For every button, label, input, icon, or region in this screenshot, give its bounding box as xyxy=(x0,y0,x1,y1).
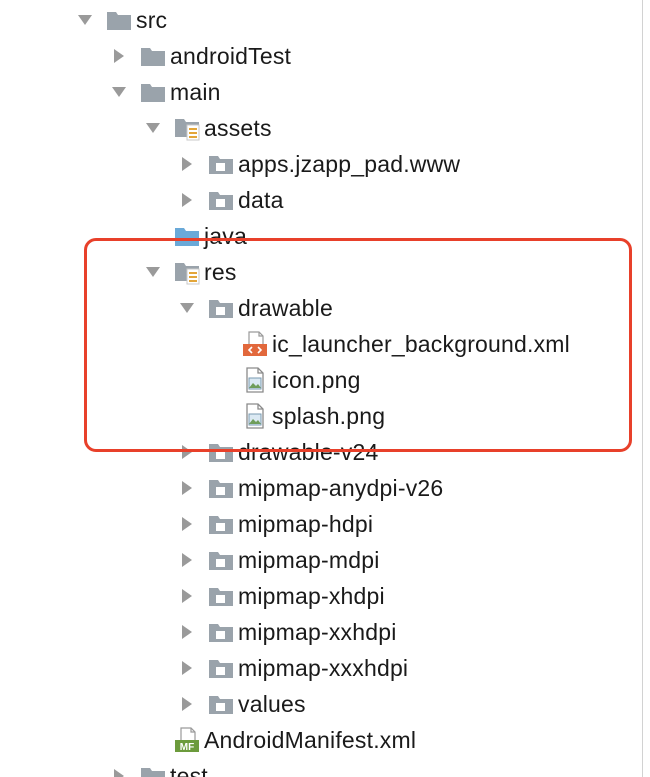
tree-row-mipmap-hdpi[interactable]: mipmap-hdpi xyxy=(0,506,650,542)
folder-icon xyxy=(136,758,170,777)
package-folder-icon xyxy=(204,434,238,470)
tree-row-label: res xyxy=(204,259,237,285)
tree-row-mipmap-xhdpi[interactable]: mipmap-xhdpi xyxy=(0,578,650,614)
expand-arrow-icon[interactable] xyxy=(102,38,136,74)
tree-row-data[interactable]: data xyxy=(0,182,650,218)
tree-row-values[interactable]: values xyxy=(0,686,650,722)
package-folder-icon xyxy=(204,578,238,614)
tree-row-label: mipmap-xxhdpi xyxy=(238,619,397,645)
tree-row-mipmap-mdpi[interactable]: mipmap-mdpi xyxy=(0,542,650,578)
expand-arrow-icon[interactable] xyxy=(102,758,136,777)
tree-row-label: AndroidManifest.xml xyxy=(204,727,417,753)
arrow-spacer xyxy=(136,722,170,758)
tree-row-label: icon.png xyxy=(272,367,361,393)
tree-row-label: apps.jzapp_pad.www xyxy=(238,151,461,177)
arrow-spacer xyxy=(204,398,238,434)
tree-row-label: src xyxy=(136,7,168,33)
manifest-file-icon: MF xyxy=(170,722,204,758)
project-tree: src androidTest main assets apps.jzapp_pad.w… xyxy=(0,0,650,777)
expand-arrow-icon[interactable] xyxy=(170,506,204,542)
expand-arrow-icon[interactable] xyxy=(170,542,204,578)
tree-row-label: mipmap-hdpi xyxy=(238,511,374,537)
tree-row-label: assets xyxy=(204,115,272,141)
expand-arrow-icon[interactable] xyxy=(170,614,204,650)
tree-row-label: splash.png xyxy=(272,403,386,429)
image-file-icon xyxy=(238,362,272,398)
package-folder-icon xyxy=(204,542,238,578)
arrow-spacer xyxy=(204,362,238,398)
expand-arrow-icon[interactable] xyxy=(170,434,204,470)
tree-row-androidtest[interactable]: androidTest xyxy=(0,38,650,74)
tree-row-label: mipmap-anydpi-v26 xyxy=(238,475,444,501)
tree-row-mipmap-xxxhdpi[interactable]: mipmap-xxxhdpi xyxy=(0,650,650,686)
package-folder-icon xyxy=(204,614,238,650)
tree-row-java[interactable]: java xyxy=(0,218,650,254)
collapse-arrow-icon[interactable] xyxy=(102,74,136,110)
tree-row-label: mipmap-xxxhdpi xyxy=(238,655,409,681)
tree-row-drawable-v24[interactable]: drawable-v24 xyxy=(0,434,650,470)
collapse-arrow-icon[interactable] xyxy=(68,2,102,38)
tree-row-label: java xyxy=(204,223,247,249)
tree-row-ic-launcher-background-xml[interactable]: ic_launcher_background.xml xyxy=(0,326,650,362)
package-folder-icon xyxy=(204,182,238,218)
expand-arrow-icon[interactable] xyxy=(170,650,204,686)
source-folder-icon xyxy=(170,218,204,254)
expand-arrow-icon[interactable] xyxy=(170,146,204,182)
tree-row-label: drawable-v24 xyxy=(238,439,379,465)
arrow-spacer xyxy=(136,218,170,254)
expand-arrow-icon[interactable] xyxy=(170,470,204,506)
tree-row-drawable[interactable]: drawable xyxy=(0,290,650,326)
package-folder-icon xyxy=(204,470,238,506)
svg-text:MF: MF xyxy=(180,742,194,753)
resource-folder-icon xyxy=(170,254,204,290)
package-folder-icon xyxy=(204,146,238,182)
tree-row-icon-png[interactable]: icon.png xyxy=(0,362,650,398)
arrow-spacer xyxy=(204,326,238,362)
tree-row-label: mipmap-xhdpi xyxy=(238,583,385,609)
collapse-arrow-icon[interactable] xyxy=(136,254,170,290)
folder-icon xyxy=(136,38,170,74)
tree-row-mipmap-xxhdpi[interactable]: mipmap-xxhdpi xyxy=(0,614,650,650)
collapse-arrow-icon[interactable] xyxy=(170,290,204,326)
package-folder-icon xyxy=(204,650,238,686)
tree-row-apps-jzapp-pad-www[interactable]: apps.jzapp_pad.www xyxy=(0,146,650,182)
tree-row-src[interactable]: src xyxy=(0,2,650,38)
resource-folder-icon xyxy=(170,110,204,146)
tree-row-label: mipmap-mdpi xyxy=(238,547,380,573)
folder-icon xyxy=(136,74,170,110)
tree-row-mipmap-anydpi-v26[interactable]: mipmap-anydpi-v26 xyxy=(0,470,650,506)
expand-arrow-icon[interactable] xyxy=(170,686,204,722)
folder-icon xyxy=(102,2,136,38)
tree-row-label: test xyxy=(170,763,208,777)
tree-row-res[interactable]: res xyxy=(0,254,650,290)
tree-row-label: data xyxy=(238,187,284,213)
tree-row-label: values xyxy=(238,691,306,717)
tree-row-androidmanifest-xml[interactable]: MF AndroidManifest.xml xyxy=(0,722,650,758)
tree-row-label: drawable xyxy=(238,295,333,321)
tree-row-main[interactable]: main xyxy=(0,74,650,110)
tree-row-label: ic_launcher_background.xml xyxy=(272,331,570,357)
image-file-icon xyxy=(238,398,272,434)
package-folder-icon xyxy=(204,506,238,542)
tree-row-assets[interactable]: assets xyxy=(0,110,650,146)
tree-row-label: androidTest xyxy=(170,43,292,69)
expand-arrow-icon[interactable] xyxy=(170,578,204,614)
xml-file-icon xyxy=(238,326,272,362)
collapse-arrow-icon[interactable] xyxy=(136,110,170,146)
tree-row-test[interactable]: test xyxy=(0,758,650,777)
package-folder-icon xyxy=(204,686,238,722)
expand-arrow-icon[interactable] xyxy=(170,182,204,218)
package-folder-icon xyxy=(204,290,238,326)
tree-row-label: main xyxy=(170,79,221,105)
tree-row-splash-png[interactable]: splash.png xyxy=(0,398,650,434)
